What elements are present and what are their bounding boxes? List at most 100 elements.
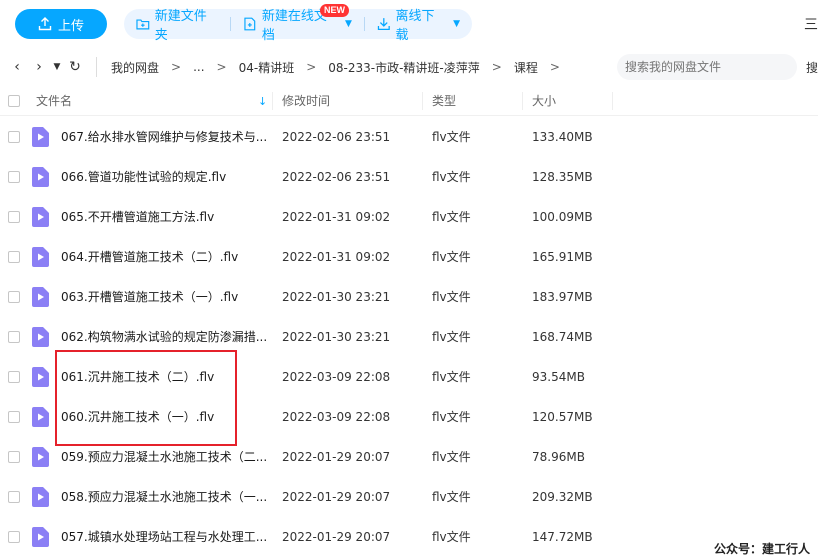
file-type: flv文件: [432, 370, 471, 384]
column-header-name[interactable]: 文件名: [36, 86, 72, 116]
new-folder-label: 新建文件夹: [154, 9, 207, 43]
file-modified-time: 2022-01-29 20:07: [282, 530, 391, 544]
file-modified-time: 2022-01-31 09:02: [282, 210, 391, 224]
row-checkbox[interactable]: [8, 531, 20, 543]
column-divider: [272, 92, 273, 110]
video-file-icon: [32, 167, 49, 187]
column-divider: [612, 92, 613, 110]
video-file-icon: [32, 367, 49, 387]
upload-label: 上传: [57, 18, 84, 34]
file-type: flv文件: [432, 490, 471, 504]
column-header-time[interactable]: 修改时间: [282, 86, 330, 116]
video-file-icon: [32, 327, 49, 347]
breadcrumb-item[interactable]: 我的网盘: [107, 59, 163, 76]
table-row[interactable]: 058.预应力混凝土水池施工技术（一... 2022-01-29 20:07 f…: [0, 477, 818, 517]
chevron-right-icon: >: [306, 60, 317, 74]
row-checkbox[interactable]: [8, 171, 20, 183]
file-list: 067.给水排水管网维护与修复技术与... 2022-02-06 23:51 f…: [0, 117, 818, 556]
menu-icon[interactable]: 三: [804, 14, 818, 34]
row-checkbox[interactable]: [8, 451, 20, 463]
file-type: flv文件: [432, 210, 471, 224]
column-header-size[interactable]: 大小: [532, 86, 556, 116]
history-dropdown-icon[interactable]: ▼: [50, 62, 64, 72]
navigation-bar: ‹ › ▼ ↻ 我的网盘 > ... > 04-精讲班 > 08-233-市政-…: [0, 50, 818, 84]
search-input[interactable]: [617, 54, 797, 80]
video-file-icon: [32, 207, 49, 227]
row-checkbox[interactable]: [8, 491, 20, 503]
video-file-icon: [32, 527, 49, 547]
breadcrumb-item[interactable]: ...: [189, 60, 208, 74]
file-size: 128.35MB: [532, 170, 593, 184]
breadcrumb-item[interactable]: 课程: [510, 59, 542, 76]
offline-download-label: 离线下载: [395, 9, 435, 43]
row-checkbox[interactable]: [8, 211, 20, 223]
breadcrumb-item[interactable]: 08-233-市政-精讲班-凌萍萍: [324, 59, 484, 76]
file-name[interactable]: 067.给水排水管网维护与修复技术与...: [61, 117, 269, 157]
toolbar: 上传 新建文件夹 新建在线文档 ▼ 离线下载 ▼ NEW 三: [0, 0, 818, 50]
file-size: 209.32MB: [532, 490, 593, 504]
upload-button[interactable]: 上传: [15, 9, 107, 39]
forward-icon[interactable]: ›: [28, 59, 50, 75]
back-icon[interactable]: ‹: [6, 59, 28, 75]
new-badge: NEW: [320, 4, 349, 17]
file-modified-time: 2022-01-30 23:21: [282, 330, 391, 344]
file-name[interactable]: 057.城镇水处理场站工程与水处理工...: [61, 517, 269, 556]
download-icon: [377, 18, 390, 30]
file-size: 183.97MB: [532, 290, 593, 304]
table-row[interactable]: 066.管道功能性试验的规定.flv 2022-02-06 23:51 flv文…: [0, 157, 818, 197]
file-type: flv文件: [432, 290, 471, 304]
file-name[interactable]: 063.开槽管道施工技术（一）.flv: [61, 277, 269, 317]
file-size: 120.57MB: [532, 410, 593, 424]
video-file-icon: [32, 447, 49, 467]
video-file-icon: [32, 407, 49, 427]
column-divider: [522, 92, 523, 110]
select-all-checkbox[interactable]: [8, 95, 20, 107]
file-size: 133.40MB: [532, 130, 593, 144]
caret-down-icon: ▼: [344, 19, 352, 29]
row-checkbox[interactable]: [8, 251, 20, 263]
upload-icon: [38, 17, 52, 31]
file-size: 165.91MB: [532, 250, 593, 264]
breadcrumb: 我的网盘 > ... > 04-精讲班 > 08-233-市政-精讲班-凌萍萍 …: [107, 59, 568, 76]
video-file-icon: [32, 487, 49, 507]
refresh-icon[interactable]: ↻: [64, 59, 86, 75]
breadcrumb-item[interactable]: 04-精讲班: [235, 59, 299, 76]
file-size: 168.74MB: [532, 330, 593, 344]
file-name[interactable]: 066.管道功能性试验的规定.flv: [61, 157, 269, 197]
sort-down-icon[interactable]: ↓: [258, 95, 267, 108]
video-file-icon: [32, 287, 49, 307]
new-folder-button[interactable]: 新建文件夹: [124, 9, 230, 43]
video-file-icon: [32, 247, 49, 267]
row-checkbox[interactable]: [8, 291, 20, 303]
row-checkbox[interactable]: [8, 331, 20, 343]
file-modified-time: 2022-02-06 23:51: [282, 170, 391, 184]
file-modified-time: 2022-01-31 09:02: [282, 250, 391, 264]
table-row[interactable]: 063.开槽管道施工技术（一）.flv 2022-01-30 23:21 flv…: [0, 277, 818, 317]
file-type: flv文件: [432, 170, 471, 184]
file-type: flv文件: [432, 330, 471, 344]
table-row[interactable]: 064.开槽管道施工技术（二）.flv 2022-01-31 09:02 flv…: [0, 237, 818, 277]
column-divider: [422, 92, 423, 110]
file-size: 147.72MB: [532, 530, 593, 544]
offline-download-button[interactable]: 离线下载 ▼: [365, 9, 472, 43]
search-button[interactable]: 搜: [806, 59, 818, 76]
file-modified-time: 2022-02-06 23:51: [282, 130, 391, 144]
row-checkbox[interactable]: [8, 131, 20, 143]
table-row[interactable]: 057.城镇水处理场站工程与水处理工... 2022-01-29 20:07 f…: [0, 517, 818, 556]
file-name[interactable]: 065.不开槽管道施工方法.flv: [61, 197, 269, 237]
table-row[interactable]: 067.给水排水管网维护与修复技术与... 2022-02-06 23:51 f…: [0, 117, 818, 157]
document-plus-icon: [244, 17, 256, 31]
caret-down-icon: ▼: [453, 19, 461, 29]
video-file-icon: [32, 127, 49, 147]
row-checkbox[interactable]: [8, 371, 20, 383]
watermark: 公众号：建工行人: [714, 542, 811, 556]
chevron-right-icon: >: [549, 60, 560, 74]
table-row[interactable]: 065.不开槽管道施工方法.flv 2022-01-31 09:02 flv文件…: [0, 197, 818, 237]
file-modified-time: 2022-01-29 20:07: [282, 490, 391, 504]
file-type: flv文件: [432, 410, 471, 424]
file-modified-time: 2022-01-30 23:21: [282, 290, 391, 304]
file-name[interactable]: 064.开槽管道施工技术（二）.flv: [61, 237, 269, 277]
row-checkbox[interactable]: [8, 411, 20, 423]
column-header-type[interactable]: 类型: [432, 86, 456, 116]
file-name[interactable]: 058.预应力混凝土水池施工技术（一...: [61, 477, 269, 517]
